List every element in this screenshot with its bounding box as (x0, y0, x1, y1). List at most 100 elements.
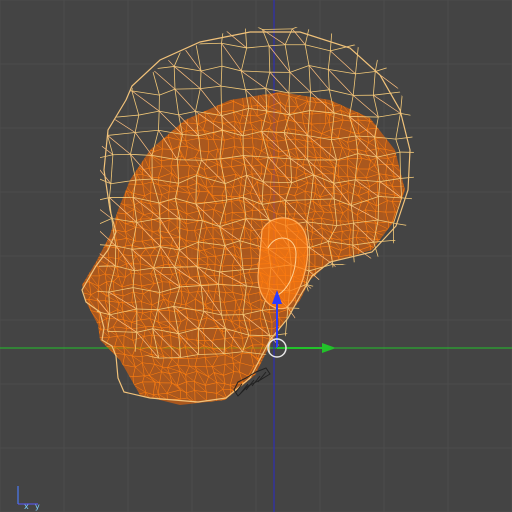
wire-edge (88, 183, 101, 193)
wire-edge (276, 390, 279, 400)
wire-edge (195, 175, 197, 205)
wire-edge (173, 66, 176, 90)
wire-edge (95, 202, 99, 214)
wire-edge (82, 264, 89, 268)
wire-edge (82, 267, 83, 276)
wire-edge (339, 265, 343, 278)
wire-edge (296, 355, 306, 364)
wire-edge (365, 258, 370, 265)
wire-edge (397, 337, 403, 352)
gizmo-x-arrow[interactable] (322, 343, 336, 353)
wire-edge (79, 221, 80, 227)
wire-edge (370, 282, 376, 291)
wire-edge (306, 321, 317, 332)
wire-edge (86, 176, 102, 179)
wire-edge (82, 267, 91, 277)
wire-edge (95, 401, 110, 405)
wire-edge (368, 329, 371, 337)
wire-edge (78, 301, 80, 314)
wire-edge (351, 361, 359, 367)
wire-edge (159, 218, 161, 247)
wire-edge (285, 371, 295, 377)
wire-edge (401, 328, 415, 338)
wire-edge (303, 398, 315, 404)
wire-edge (329, 400, 339, 403)
wire-edge (394, 94, 405, 99)
wire-edge (385, 274, 398, 285)
wire-edge (95, 392, 99, 405)
wire-edge (367, 358, 371, 365)
wire-edge (365, 273, 375, 277)
wire-edge (221, 28, 224, 44)
wire-edge (374, 284, 379, 291)
wire-edge (86, 328, 89, 338)
wire-edge (374, 394, 379, 399)
wire-edge (122, 156, 126, 168)
wire-edge (385, 334, 395, 340)
3d-viewport[interactable]: x y (0, 0, 512, 512)
wire-edge (104, 101, 109, 115)
wire-edge (392, 259, 394, 266)
wire-edge (108, 114, 110, 123)
wire-edge (368, 293, 376, 302)
wire-edge (332, 363, 334, 377)
wire-edge (393, 339, 396, 347)
wire-edge (151, 68, 160, 96)
wire-edge (79, 169, 81, 176)
wire-edge (358, 390, 368, 395)
wire-edge (294, 320, 308, 323)
wire-edge (95, 92, 107, 98)
wire-edge (178, 111, 196, 116)
head-mesh[interactable] (77, 20, 425, 405)
wire-edge (401, 364, 405, 373)
wire-edge (315, 331, 326, 339)
wire-edge (133, 20, 156, 21)
wire-edge (334, 389, 343, 391)
wire-edge (246, 45, 270, 49)
wire-edge (286, 390, 294, 393)
wire-edge (320, 344, 323, 358)
wire-edge (302, 336, 315, 340)
wire-edge (291, 28, 306, 46)
wire-edge (194, 94, 204, 99)
wire-edge (287, 354, 297, 357)
wire-edge (86, 320, 90, 329)
wire-edge (88, 21, 94, 51)
wire-edge (383, 302, 397, 305)
wire-edge (320, 330, 330, 337)
wire-edge (358, 257, 369, 260)
wire-edge (305, 333, 309, 356)
wire-edge (82, 348, 88, 360)
wire-edge (86, 358, 99, 365)
wire-edge (403, 299, 405, 310)
wire-edge (375, 64, 398, 72)
wire-edge (404, 337, 405, 345)
wire-edge (338, 300, 344, 309)
wire-edge (301, 363, 306, 374)
wire-edge (293, 326, 297, 340)
wire-edge (395, 391, 397, 404)
wire-edge (414, 25, 415, 52)
viewport-canvas[interactable]: x y (0, 0, 512, 512)
wire-edge (107, 135, 114, 155)
wire-edge (334, 298, 339, 302)
wire-edge (270, 380, 272, 390)
wire-edge (330, 352, 343, 364)
wire-edge (109, 399, 118, 403)
wire-edge (87, 364, 99, 367)
wire-edge (313, 353, 323, 358)
wire-edge (142, 102, 146, 113)
wire-edge (357, 302, 369, 312)
wire-edge (394, 314, 415, 330)
wire-edge (82, 106, 91, 112)
wire-edge (96, 72, 109, 91)
wire-edge (393, 240, 395, 270)
wire-edge (118, 155, 126, 157)
wire-edge (372, 28, 381, 48)
wire-edge (351, 326, 360, 328)
wire-edge (342, 363, 352, 367)
wire-edge (351, 380, 359, 384)
wire-edge (86, 178, 100, 185)
wire-edge (296, 398, 305, 405)
wire-edge (297, 309, 308, 314)
